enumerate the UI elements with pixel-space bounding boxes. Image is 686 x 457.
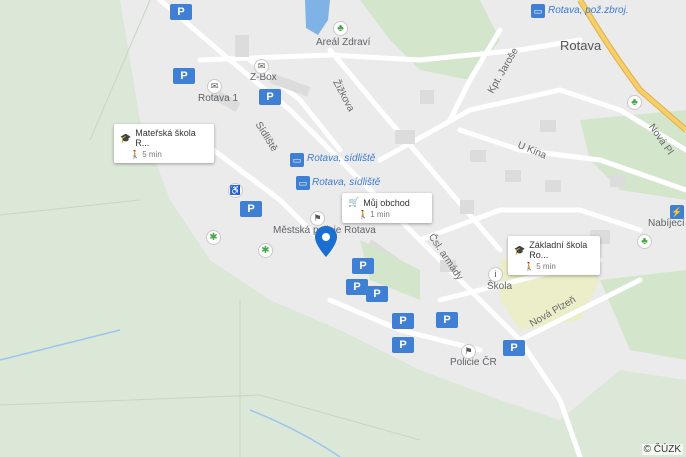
transit-label-rotava-poz-zbroj[interactable]: Rotava, pož.zbroj. [548,5,629,16]
callout-time: 1 min [370,210,390,219]
parking-icon[interactable]: P [352,258,374,274]
callout-title: Mateřská škola R... [135,128,196,148]
parking-icon[interactable]: P [240,201,262,217]
playground-icon[interactable]: ✱ [207,231,220,244]
bus-stop-icon[interactable]: ▭ [531,4,545,18]
parking-icon[interactable]: P [173,68,195,84]
mailbox-icon[interactable]: ✉ [208,80,221,93]
police-icon[interactable]: ⚑ [311,212,324,225]
callout-muj-obchod[interactable]: 🛒 Můj obchod 🚶 1 min [342,193,432,223]
callout-title: Základní škola Ro... [529,240,588,260]
copyright-text: © ČÚZK [641,444,683,455]
bus-stop-icon[interactable]: ▭ [290,153,304,167]
parking-icon[interactable]: P [503,340,525,356]
area-label-areal-zdravi: Areál Zdraví [316,37,371,48]
area-label-rotava-1: Rotava 1 [198,93,239,104]
area-label-z-box: Z-Box [250,72,277,83]
info-icon[interactable]: i [489,268,502,281]
callout-materska-skola[interactable]: 🎓 Mateřská škola R... 🚶 5 min [114,124,214,163]
callout-time: 5 min [536,262,556,271]
parking-icon[interactable]: P [392,337,414,353]
callout-zakladni-skola[interactable]: 🎓 Základní škola Ro... 🚶 5 min [508,236,600,275]
location-pin-icon[interactable] [314,226,338,258]
tree-icon[interactable]: ♣ [638,235,651,248]
walk-icon: 🚶 [524,262,534,271]
parking-icon[interactable]: P [346,279,368,295]
parking-icon[interactable]: P [366,286,388,302]
callout-title: Můj obchod [363,197,410,208]
mailbox-icon[interactable]: ✉ [255,60,268,73]
cart-icon: 🛒 [348,197,360,207]
tree-icon[interactable]: ♣ [628,96,641,109]
area-label-nabijeci: Nabíjecí s [648,218,686,229]
parking-icon[interactable]: P [392,313,414,329]
transit-label-rotava-sidliste-1[interactable]: Rotava, sídliště [307,153,375,164]
walk-icon: 🚶 [130,150,140,159]
callout-time: 5 min [142,150,162,159]
area-label-skola: Škola [487,281,513,292]
bus-stop-icon[interactable]: ▭ [296,176,310,190]
parking-icon[interactable]: P [170,4,192,20]
parking-icon[interactable]: P [436,312,458,328]
transit-label-rotava-sidliste-2[interactable]: Rotava, sídliště [312,177,380,188]
town-label: Rotava [560,38,602,53]
parking-icon[interactable]: P [259,89,281,105]
school-icon: 🎓 [514,244,526,255]
police-icon[interactable]: ⚑ [462,345,475,358]
school-icon: 🎓 [120,132,132,143]
tree-icon[interactable]: ♣ [334,22,347,35]
area-label-policie-cr: Policie ČR [450,357,497,368]
walk-icon: 🚶 [358,210,368,219]
charging-station-icon[interactable]: ⚡ [670,205,684,219]
playground-icon[interactable]: ✱ [259,244,272,257]
accessibility-icon[interactable]: ♿ [229,184,242,197]
